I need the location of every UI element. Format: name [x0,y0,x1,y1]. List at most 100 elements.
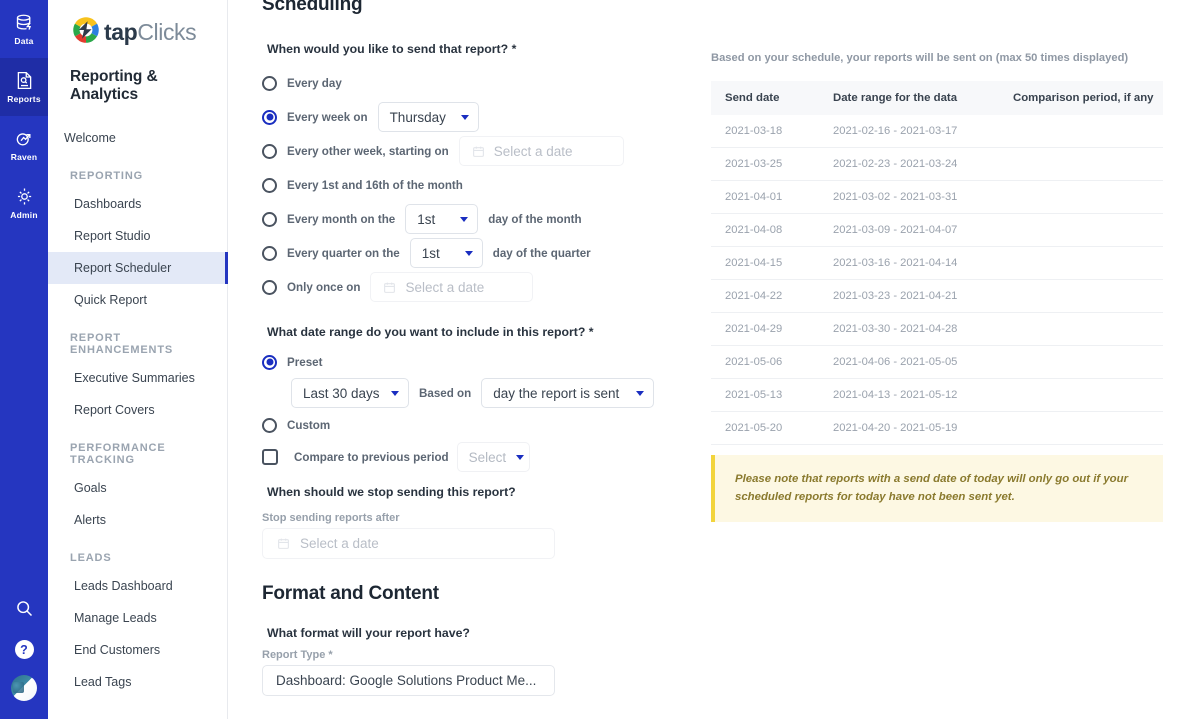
weekday-select[interactable]: Thursday [377,102,479,132]
sidebar-item-lead-tags[interactable]: Lead Tags [48,666,227,698]
quarter-day-select-value: 1st [421,245,440,261]
month-day-select-value: 1st [417,211,436,227]
sidebar-item-goals[interactable]: Goals [48,472,227,504]
range-option-custom[interactable]: Custom [262,411,689,439]
cell-comparison [999,115,1163,148]
sidebar-item-quick-report[interactable]: Quick Report [48,284,227,316]
nav-group-report-enhancements: REPORT ENHANCEMENTS [70,332,174,356]
report-document-icon [14,70,35,91]
table-header: Send date Date range for the data Compar… [711,81,1163,115]
stop-date-input[interactable]: Select a date [262,528,555,559]
radio-every-other-week[interactable] [262,143,277,159]
weekday-select-value: Thursday [389,109,446,125]
cell-send-date: 2021-04-15 [711,246,819,280]
quarter-day-select[interactable]: 1st [409,238,483,268]
date-range-question: What date range do you want to include i… [267,325,594,339]
cell-send-date: 2021-04-08 [711,213,819,247]
preview-note: Based on your schedule, your reports wil… [711,52,1129,64]
table-row: 2021-04-08 2021-03-09 - 2021-04-07 [711,213,1163,247]
compare-period-select[interactable]: Select [456,442,530,472]
cell-comparison [999,312,1163,346]
only-once-date-input[interactable]: Select a date [370,272,534,302]
compare-checkbox[interactable] [262,449,278,465]
table-row: 2021-04-22 2021-03-23 - 2021-04-21 [711,279,1163,313]
report-type-value: Dashboard: Google Solutions Product Me..… [276,673,537,688]
sidebar-item-dashboards[interactable]: Dashboards [48,188,227,220]
help-icon[interactable]: ? [14,640,34,659]
sidebar-item-executive-summaries[interactable]: Executive Summaries [48,362,227,394]
label-every-other-week: Every other week, starting on [287,144,449,158]
label-preset: Preset [287,355,323,369]
radio-every-day[interactable] [262,75,277,91]
sidebar-item-welcome[interactable]: Welcome [48,122,227,154]
nav-group-performance-tracking: PERFORMANCE TRACKING [70,442,166,466]
label-day-of-the-month: day of the month [488,212,582,226]
rail-bottom-group: ? [11,598,37,719]
rail-item-admin[interactable]: Admin [0,174,48,232]
sidebar-item-leads-dashboard[interactable]: Leads Dashboard [48,570,227,602]
rail-label-data: Data [14,36,34,46]
logo-text: tapClicks [104,19,197,46]
sidebar-item-report-covers[interactable]: Report Covers [48,394,227,426]
based-on-select[interactable]: day the report is sent [481,378,655,408]
schedule-preview-panel: Based on your schedule, your reports wil… [703,0,1200,719]
frequency-option-every-week[interactable]: Every week on Thursday [262,100,689,134]
cell-send-date: 2021-04-29 [711,312,819,346]
scheduling-form: Scheduling When would you like to send t… [228,0,703,719]
sidebar-item-end-customers[interactable]: End Customers [48,634,227,666]
radio-every-quarter[interactable] [262,245,277,261]
schedule-notice: Please note that reports with a send dat… [711,455,1163,523]
frequency-option-every-quarter[interactable]: Every quarter on the 1st day of the quar… [262,236,689,270]
calendar-icon [277,537,290,550]
nav-group-reporting: REPORTING [70,170,144,182]
table-body: 2021-03-18 2021-02-16 - 2021-03-17 2021-… [711,115,1163,481]
rail-item-data[interactable]: Data [0,0,48,58]
radio-preset[interactable] [262,354,277,370]
logo-text-bold: tap [104,19,138,45]
nav-group-leads: LEADS [70,552,112,564]
compare-period-placeholder: Select [468,449,507,465]
radio-custom[interactable] [262,417,277,433]
cell-date-range: 2021-03-02 - 2021-03-31 [819,180,999,214]
radio-1st-16th[interactable] [262,177,277,193]
rail-label-admin: Admin [10,210,38,220]
range-option-preset[interactable]: Preset [262,349,689,375]
frequency-option-every-day[interactable]: Every day [262,66,689,100]
chevron-down-icon [460,216,469,222]
rail-item-reports[interactable]: Reports [0,58,48,116]
gear-icon [14,186,35,207]
cell-date-range: 2021-03-09 - 2021-04-07 [819,213,999,247]
cell-comparison [999,180,1163,214]
cell-comparison [999,345,1163,379]
radio-only-once[interactable] [262,279,277,295]
preset-range-select[interactable]: Last 30 days [291,378,409,408]
sidebar-item-alerts[interactable]: Alerts [48,504,227,536]
search-icon[interactable] [14,598,35,624]
every-other-week-date-input[interactable]: Select a date [458,136,624,166]
only-once-date-placeholder: Select a date [405,279,485,295]
tapclicks-logo[interactable]: tapClicks [70,14,227,51]
sidebar-item-manage-leads[interactable]: Manage Leads [48,602,227,634]
table-header-row: Send date Date range for the data Compar… [711,81,1163,115]
month-day-select[interactable]: 1st [405,204,479,234]
primary-icon-rail: Data Reports Raven Admin ? [0,0,48,719]
cell-send-date: 2021-05-20 [711,411,819,445]
frequency-option-every-other-week[interactable]: Every other week, starting on Select a d… [262,134,689,168]
cell-comparison [999,147,1163,181]
report-type-label: Report Type * [262,649,333,661]
avatar[interactable] [11,675,37,701]
frequency-option-every-month[interactable]: Every month on the 1st day of the month [262,202,689,236]
radio-every-month[interactable] [262,211,277,227]
frequency-option-1st-16th[interactable]: Every 1st and 16th of the month [262,168,689,202]
frequency-option-only-once[interactable]: Only once on Select a date [262,270,689,304]
cell-send-date: 2021-03-25 [711,147,819,181]
rail-item-raven[interactable]: Raven [0,116,48,174]
report-type-select[interactable]: Dashboard: Google Solutions Product Me..… [262,665,555,696]
cell-date-range: 2021-02-16 - 2021-03-17 [819,115,999,148]
radio-every-week[interactable] [262,109,277,125]
table-row: 2021-05-06 2021-04-06 - 2021-05-05 [711,345,1163,379]
based-on-value: day the report is sent [493,385,620,401]
sidebar-item-report-studio[interactable]: Report Studio [48,220,227,252]
format-heading: Format and Content [262,583,439,604]
sidebar-item-report-scheduler[interactable]: Report Scheduler [48,252,228,284]
